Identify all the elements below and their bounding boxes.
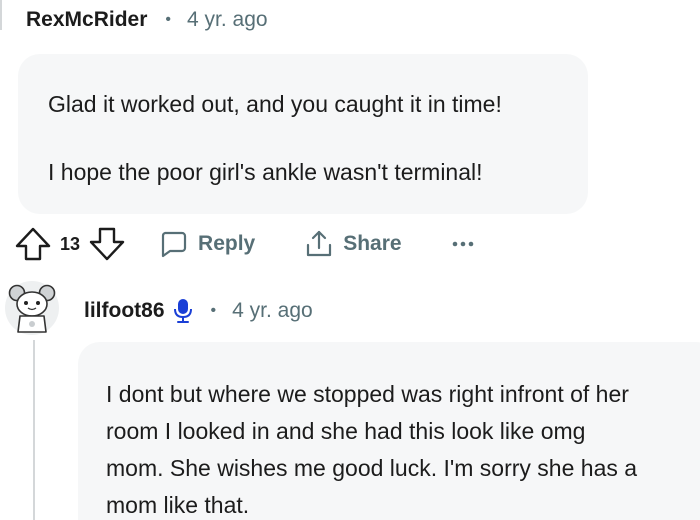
comment-line: I dont but where we stopped was right in…	[106, 381, 629, 407]
vote-count: 13	[60, 233, 81, 254]
comment-body: Glad it worked out, and you caught it in…	[18, 54, 588, 214]
thread-line[interactable]	[33, 340, 35, 520]
avatar[interactable]	[4, 280, 60, 336]
downvote-icon	[89, 227, 125, 261]
reply-button[interactable]: Reply	[158, 229, 255, 259]
comment-line: mom. She wishes me good luck. I'm sorry …	[106, 455, 638, 481]
separator-dot: •	[165, 11, 171, 28]
snoo-avatar-icon	[5, 281, 59, 335]
separator-dot: •	[210, 302, 217, 319]
upvote-button[interactable]	[14, 226, 52, 262]
thread-line[interactable]	[0, 0, 2, 30]
timestamp[interactable]: 4 yr. ago	[232, 299, 313, 323]
comment-thread: RexMcRider • 4 yr. ago Glad it worked ou…	[0, 0, 700, 520]
share-icon	[307, 230, 332, 257]
comment-paragraph: Glad it worked out, and you caught it in…	[48, 91, 502, 117]
upvote-icon	[15, 227, 51, 261]
comment-actions: 13 Reply Share	[14, 224, 474, 264]
more-options-button[interactable]	[452, 239, 474, 249]
microphone-icon	[173, 298, 193, 324]
comment-header: lilfoot86 • 4 yr. ago	[84, 298, 313, 324]
username[interactable]: lilfoot86	[84, 299, 165, 323]
share-button[interactable]: Share	[305, 229, 402, 259]
share-label: Share	[343, 232, 402, 255]
reply-label: Reply	[198, 232, 256, 255]
username[interactable]: RexMcRider	[26, 8, 147, 32]
comment-line: mom like that.	[106, 492, 250, 518]
ellipsis-icon	[452, 241, 473, 247]
downvote-button[interactable]	[88, 226, 126, 262]
comment-bubble-icon	[161, 231, 187, 258]
comment-paragraph: I hope the poor girl's ankle wasn't term…	[48, 159, 483, 185]
comment-line: room I looked in and she had this look l…	[106, 418, 586, 444]
comment-body: I dont but where we stopped was right in…	[78, 342, 700, 520]
timestamp[interactable]: 4 yr. ago	[187, 8, 268, 32]
comment-header: RexMcRider • 4 yr. ago	[26, 8, 268, 32]
